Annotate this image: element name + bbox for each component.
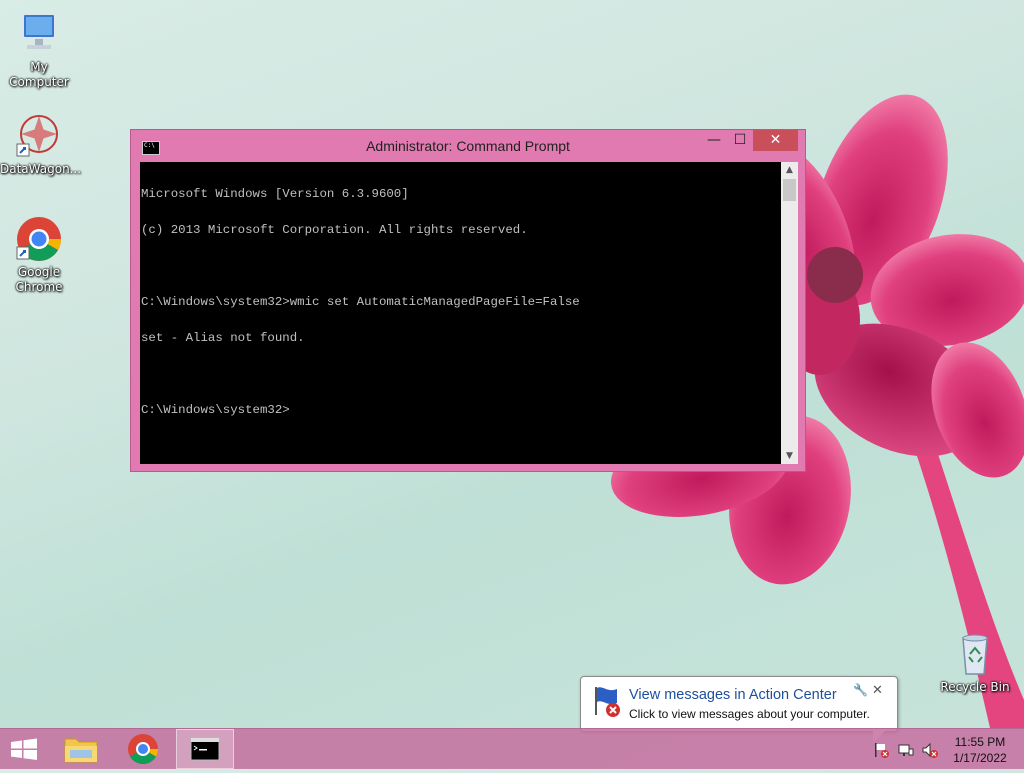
clock-date: 1/17/2022 (953, 751, 1007, 765)
clock-time: 11:55 PM (954, 735, 1006, 749)
tray-volume-muted-icon[interactable] (921, 741, 939, 759)
action-center-notification[interactable]: View messages in Action Center Click to … (580, 676, 898, 743)
taskbar-command-prompt[interactable] (176, 729, 234, 769)
console-line: ​ (141, 368, 780, 380)
desktop-icon-label: Recycle Bin (940, 680, 1010, 694)
console-line: Microsoft Windows [Version 6.3.9600] (141, 187, 409, 201)
desktop-icon-my-computer[interactable]: My Computer (0, 10, 78, 90)
desktop-icon-label: Google Chrome (15, 265, 63, 294)
start-button[interactable] (0, 729, 48, 769)
console-line: (c) 2013 Microsoft Corporation. All righ… (141, 223, 528, 237)
taskbar: 11:55 PM 1/17/2022 (0, 728, 1024, 769)
recycle-bin-icon (951, 630, 999, 678)
desktop-icon-recycle-bin[interactable]: Recycle Bin (936, 630, 1014, 695)
computer-icon (15, 10, 63, 58)
console-prompt-line: C:\Windows\system32> (141, 403, 290, 417)
scroll-down-arrow-icon[interactable]: ▼ (781, 448, 798, 464)
notification-close-button[interactable]: ✕ (872, 683, 883, 698)
desktop-icon-label: My Computer (9, 60, 69, 89)
datawagon-icon (15, 112, 63, 160)
command-prompt-window[interactable]: C:\ Administrator: Command Prompt — ☐ ✕ … (130, 129, 806, 472)
minimize-button[interactable]: — (701, 130, 727, 151)
scrollbar-thumb[interactable] (783, 179, 796, 201)
notification-title[interactable]: View messages in Action Center (629, 687, 837, 703)
tray-network-icon[interactable] (897, 741, 915, 759)
command-prompt-icon (190, 737, 220, 761)
console-line: C:\Windows\system32>wmic set AutomaticMa… (141, 295, 580, 309)
window-titlebar[interactable]: C:\ Administrator: Command Prompt — ☐ ✕ (131, 130, 805, 162)
action-center-flag-icon (591, 685, 623, 723)
desktop-icon-datawagon[interactable]: DataWagon... (0, 112, 82, 177)
tray-action-center-icon[interactable] (872, 741, 890, 759)
console-line: set - Alias not found. (141, 331, 305, 345)
taskbar-file-explorer[interactable] (58, 729, 104, 769)
maximize-button[interactable]: ☐ (727, 130, 753, 151)
windows-logo-icon (11, 738, 37, 760)
desktop-icon-google-chrome[interactable]: Google Chrome (0, 215, 78, 295)
tray-clock[interactable]: 11:55 PM 1/17/2022 (945, 734, 1015, 766)
scroll-up-arrow-icon[interactable]: ▲ (781, 162, 798, 178)
close-button[interactable]: ✕ (753, 130, 798, 151)
folder-icon (64, 738, 98, 763)
taskbar-google-chrome[interactable] (120, 729, 166, 769)
desktop-icon-label: DataWagon... (0, 162, 82, 176)
chrome-icon (15, 215, 63, 263)
settings-wrench-icon[interactable]: 🔧 (853, 683, 868, 697)
notification-body[interactable]: Click to view messages about your comput… (629, 707, 870, 721)
console-output[interactable]: Microsoft Windows [Version 6.3.9600] (c)… (140, 162, 781, 464)
chrome-icon (128, 734, 158, 765)
console-line: ​ (141, 260, 780, 272)
vertical-scrollbar[interactable]: ▲ ▼ (781, 162, 798, 464)
